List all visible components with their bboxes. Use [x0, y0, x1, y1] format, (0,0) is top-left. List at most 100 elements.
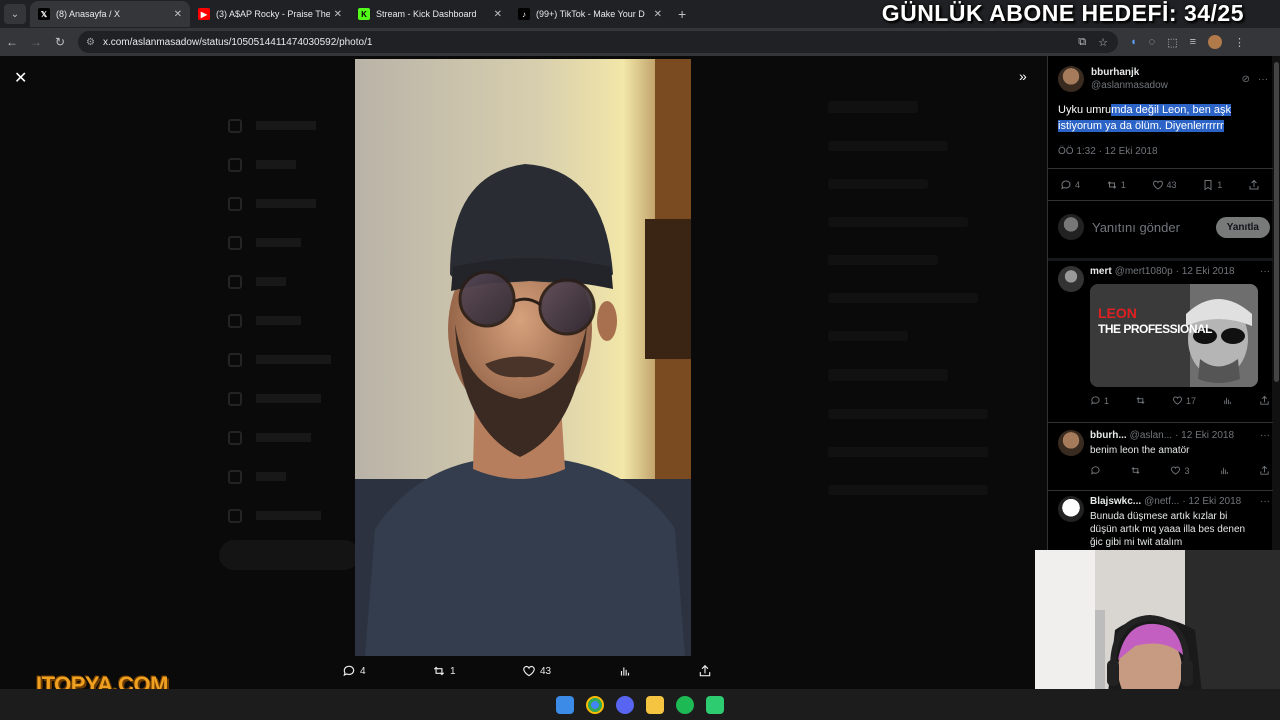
- more-options-icon[interactable]: ···: [1258, 74, 1268, 85]
- views-button[interactable]: [1219, 465, 1230, 476]
- reply-display-name[interactable]: bburh...: [1090, 430, 1127, 441]
- media-control-icon[interactable]: ≡: [1190, 36, 1196, 48]
- repost-button[interactable]: [1135, 395, 1146, 406]
- like-button[interactable]: 3: [1170, 465, 1189, 476]
- tweet-author: bburhanjk @aslanmasadow ⊘ ···: [1058, 66, 1268, 92]
- reply-display-name[interactable]: mert: [1090, 266, 1112, 277]
- reply-username[interactable]: @aslan...: [1130, 430, 1172, 441]
- bookmark-star-icon[interactable]: ☆: [1098, 36, 1108, 49]
- reply-date[interactable]: · 12 Eki 2018: [1182, 496, 1241, 507]
- tab-title: Stream - Kick Dashboard: [376, 9, 477, 19]
- share-icon: [1260, 465, 1269, 475]
- share-button[interactable]: [1259, 465, 1270, 476]
- more-options-icon[interactable]: ···: [1260, 496, 1270, 507]
- tweet-timestamp[interactable]: ÖÖ 1:32 · 12 Eki 2018: [1058, 146, 1158, 157]
- reload-icon[interactable]: ↻: [48, 35, 72, 49]
- site-info-icon[interactable]: ⚙: [86, 37, 95, 48]
- reply-date[interactable]: · 12 Eki 2018: [1175, 430, 1234, 441]
- reply-button[interactable]: 4: [1060, 179, 1080, 191]
- tweet-detail-panel: bburhanjk @aslanmasadow ⊘ ··· Uyku umrum…: [1047, 56, 1280, 550]
- reply-username[interactable]: @netf...: [1144, 496, 1179, 507]
- reply-item[interactable]: Blajswkc... @netf... · 12 Eki 2018 ··· B…: [1058, 496, 1270, 549]
- views-button[interactable]: [618, 664, 632, 678]
- reply-icon: [1091, 466, 1100, 475]
- repost-icon: [433, 666, 445, 676]
- close-tab-icon[interactable]: ✕: [334, 9, 342, 20]
- extension-audio-icon[interactable]: ◖: [1130, 36, 1137, 48]
- windows-start-icon[interactable]: [556, 695, 574, 714]
- repost-button[interactable]: [1130, 465, 1141, 476]
- reply-date[interactable]: · 12 Eki 2018: [1176, 266, 1235, 277]
- reply-count: 4: [360, 665, 366, 677]
- more-options-icon[interactable]: ···: [1260, 266, 1270, 277]
- youtube-logo-icon: ▶: [198, 8, 210, 20]
- like-count: 43: [540, 665, 552, 677]
- avatar[interactable]: [1058, 266, 1084, 292]
- tweet-action-bar: 4 1 43 1: [1060, 179, 1260, 191]
- share-button[interactable]: [1248, 179, 1260, 191]
- avatar[interactable]: [1058, 496, 1084, 522]
- reply-button[interactable]: [1090, 465, 1101, 476]
- like-button[interactable]: 43: [1152, 179, 1177, 191]
- photo-viewer: ✕ » 4 1 43: [0, 56, 1047, 689]
- bookmark-button[interactable]: 1: [1202, 179, 1222, 191]
- reply-item[interactable]: mert @mert1080p · 12 Eki 2018 ··· LEON T…: [1058, 266, 1270, 406]
- repost-button[interactable]: 1: [432, 664, 456, 678]
- close-tab-icon[interactable]: ✕: [174, 9, 182, 20]
- tab-x-home[interactable]: 𝕏 (8) Anasayfa / X ✕: [30, 1, 190, 27]
- views-button[interactable]: [1222, 395, 1233, 406]
- avatar[interactable]: [1058, 66, 1084, 92]
- analytics-icon: [1224, 397, 1231, 405]
- reply-count: 4: [1075, 180, 1081, 190]
- avatar[interactable]: [1058, 430, 1084, 456]
- extensions-puzzle-icon[interactable]: ⬚: [1167, 36, 1177, 49]
- grok-icon[interactable]: ⊘: [1242, 74, 1250, 85]
- chrome-icon[interactable]: [586, 695, 604, 714]
- author-username[interactable]: @aslanmasadow: [1091, 79, 1168, 92]
- back-icon[interactable]: ←: [0, 35, 24, 49]
- more-options-icon[interactable]: ···: [1260, 430, 1270, 441]
- reply-media[interactable]: LEON THE PROFESSIONAL: [1090, 284, 1258, 387]
- tab-kick[interactable]: K Stream - Kick Dashboard ✕: [350, 1, 510, 27]
- tweet-photo[interactable]: [355, 59, 691, 656]
- reply-display-name[interactable]: Blajswkc...: [1090, 496, 1141, 507]
- reply-input[interactable]: Yanıtını gönder: [1092, 220, 1180, 235]
- app-icon[interactable]: [706, 695, 724, 714]
- tab-title: (8) Anasayfa / X: [56, 9, 121, 19]
- file-explorer-icon[interactable]: [646, 695, 664, 714]
- reply-composer: Yanıtını gönder Yanıtla: [1058, 214, 1270, 240]
- like-button[interactable]: 43: [522, 664, 551, 678]
- close-tab-icon[interactable]: ✕: [494, 9, 502, 20]
- tab-tiktok[interactable]: ♪ (99+) TikTok - Make Your D ✕: [510, 1, 670, 27]
- repost-button[interactable]: 1: [1106, 179, 1126, 191]
- share-icon: [1260, 395, 1269, 405]
- like-button[interactable]: 17: [1172, 395, 1196, 406]
- new-tab-button[interactable]: +: [678, 6, 686, 22]
- reply-button[interactable]: 1: [1090, 395, 1109, 406]
- share-button[interactable]: [1259, 395, 1270, 406]
- browser-menu-icon[interactable]: ⋮: [1234, 36, 1245, 49]
- reply-username[interactable]: @mert1080p: [1115, 266, 1173, 277]
- share-button[interactable]: [698, 664, 712, 678]
- forward-icon[interactable]: →: [24, 35, 48, 49]
- tab-search-button[interactable]: ⌄: [4, 4, 26, 24]
- profile-avatar[interactable]: [1208, 35, 1223, 49]
- background-sidebar: [828, 101, 1038, 523]
- extension-icon[interactable]: ◌: [1149, 36, 1156, 48]
- reply-item[interactable]: bburh... @aslan... · 12 Eki 2018 ··· ben…: [1058, 430, 1270, 476]
- reply-button[interactable]: 4: [342, 664, 366, 678]
- tweet-text-selected: istiyorum ya da ölüm. Diyenlerrrrrr: [1058, 120, 1224, 132]
- reply-submit-button[interactable]: Yanıtla: [1215, 216, 1270, 238]
- discord-icon[interactable]: [616, 695, 634, 714]
- tab-title: (3) A$AP Rocky - Praise The: [216, 9, 330, 19]
- tweet-text-selected: mda değil Leon, ben aşk: [1111, 104, 1232, 116]
- panel-scrollbar[interactable]: [1272, 56, 1280, 550]
- close-tab-icon[interactable]: ✕: [654, 9, 662, 20]
- close-icon[interactable]: ✕: [14, 68, 27, 88]
- author-display-name[interactable]: bburhanjk: [1091, 66, 1168, 79]
- expand-panel-icon[interactable]: »: [1019, 68, 1027, 84]
- install-app-icon[interactable]: ⧉: [1078, 36, 1086, 49]
- url-field[interactable]: ⚙ x.com/aslanmasadow/status/105051441147…: [78, 31, 1118, 53]
- tab-youtube[interactable]: ▶ (3) A$AP Rocky - Praise The ✕: [190, 1, 350, 27]
- spotify-icon[interactable]: [676, 695, 694, 714]
